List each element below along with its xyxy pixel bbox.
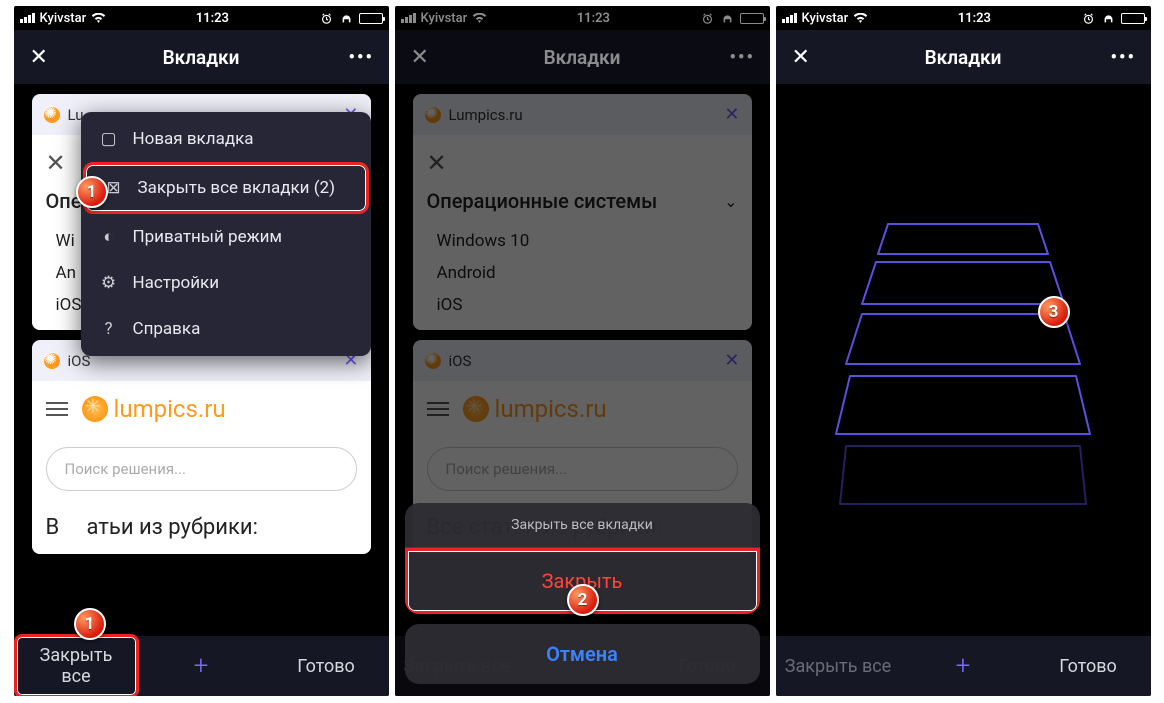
bottom-bar: Закрыть все + Готово	[776, 636, 1151, 696]
carrier-label: Kyivstar	[40, 11, 87, 26]
step-badge-1b: 1	[74, 608, 106, 640]
battery-icon	[1121, 13, 1145, 24]
nav-bar: ✕ Вкладки •••	[14, 30, 389, 84]
menu-label: Закрыть все вкладки (2)	[138, 178, 336, 198]
wifi-icon	[853, 13, 868, 24]
close-all-button[interactable]: Закрыть все	[14, 634, 139, 696]
headphones-icon	[339, 13, 354, 24]
alarm-icon	[319, 13, 334, 24]
menu-label: Приватный режим	[133, 227, 283, 247]
rubric-heading: В атьи из рубрики:	[32, 509, 371, 554]
status-bar: Kyivstar 11:23	[776, 6, 1151, 30]
favicon-icon	[44, 353, 60, 369]
nav-more-button[interactable]: •••	[349, 47, 373, 68]
menu-close-all-tabs[interactable]: ⊠ Закрыть все вкладки (2)	[83, 162, 369, 214]
wifi-icon	[91, 13, 106, 24]
menu-help[interactable]: ? Справка	[81, 306, 371, 352]
step-badge-1: 1	[76, 176, 108, 208]
panel-3: Kyivstar 11:23 ✕ Вкладки •••	[776, 6, 1151, 696]
headphones-icon	[1101, 13, 1116, 24]
status-bar: Kyivstar 11:23	[14, 6, 389, 30]
nav-title: Вкладки	[816, 46, 1111, 69]
panel-2: Kyivstar 11:23 ✕ Вкладки ••• Lumpics.ru …	[395, 6, 770, 696]
gear-icon: ⚙	[99, 273, 119, 293]
plus-square-icon: ▢	[99, 129, 119, 149]
panel-1: Kyivstar 11:23 ✕ Вкладки ••• Lu ✕	[14, 6, 389, 696]
sheet-cancel-button[interactable]: Отмена	[405, 624, 760, 684]
question-icon: ?	[99, 319, 119, 339]
step-badge-3: 3	[1038, 296, 1070, 328]
menu-label: Новая вкладка	[133, 129, 254, 149]
menu-label: Настройки	[133, 273, 220, 293]
status-time: 11:23	[196, 11, 229, 26]
hamburger-icon[interactable]	[46, 402, 68, 416]
three-panel-tutorial: Kyivstar 11:23 ✕ Вкладки ••• Lu ✕	[14, 6, 1151, 696]
empty-tabs-graphic	[828, 214, 1098, 534]
nav-title: Вкладки	[54, 46, 349, 69]
mask-icon: ◐	[99, 227, 119, 247]
tab-card-2[interactable]: iOS ✕ lumpics.ru Поиск решения... В атьи…	[32, 340, 371, 554]
new-tab-button[interactable]: +	[901, 651, 1026, 681]
new-tab-button[interactable]: +	[139, 651, 264, 681]
site-logo: lumpics.ru	[82, 395, 226, 423]
step-badge-2: 2	[567, 584, 599, 616]
battery-icon	[359, 13, 383, 24]
sheet-title: Закрыть все вкладки	[405, 503, 760, 548]
close-all-button: Закрыть все	[776, 656, 901, 677]
favicon-icon	[44, 107, 60, 123]
nav-bar: ✕ Вкладки •••	[776, 30, 1151, 84]
menu-settings[interactable]: ⚙ Настройки	[81, 260, 371, 306]
carrier-label: Kyivstar	[802, 11, 849, 26]
done-button[interactable]: Готово	[264, 656, 389, 677]
search-input[interactable]: Поиск решения...	[46, 447, 357, 491]
alarm-icon	[1081, 13, 1096, 24]
menu-private-mode[interactable]: ◐ Приватный режим	[81, 214, 371, 260]
status-time: 11:23	[958, 11, 991, 26]
nav-more-button[interactable]: •••	[1111, 47, 1135, 68]
context-menu: ▢ Новая вкладка ⊠ Закрыть все вкладки (2…	[81, 112, 371, 356]
menu-new-tab[interactable]: ▢ Новая вкладка	[81, 116, 371, 162]
done-button[interactable]: Готово	[1026, 656, 1151, 677]
logo-text: lumpics.ru	[114, 395, 226, 423]
menu-label: Справка	[133, 319, 201, 339]
nav-close-button[interactable]: ✕	[30, 45, 54, 70]
signal-icon	[20, 13, 35, 23]
bottom-bar: Закрыть все + Готово	[14, 636, 389, 696]
signal-icon	[782, 13, 797, 23]
nav-close-button[interactable]: ✕	[792, 45, 816, 70]
